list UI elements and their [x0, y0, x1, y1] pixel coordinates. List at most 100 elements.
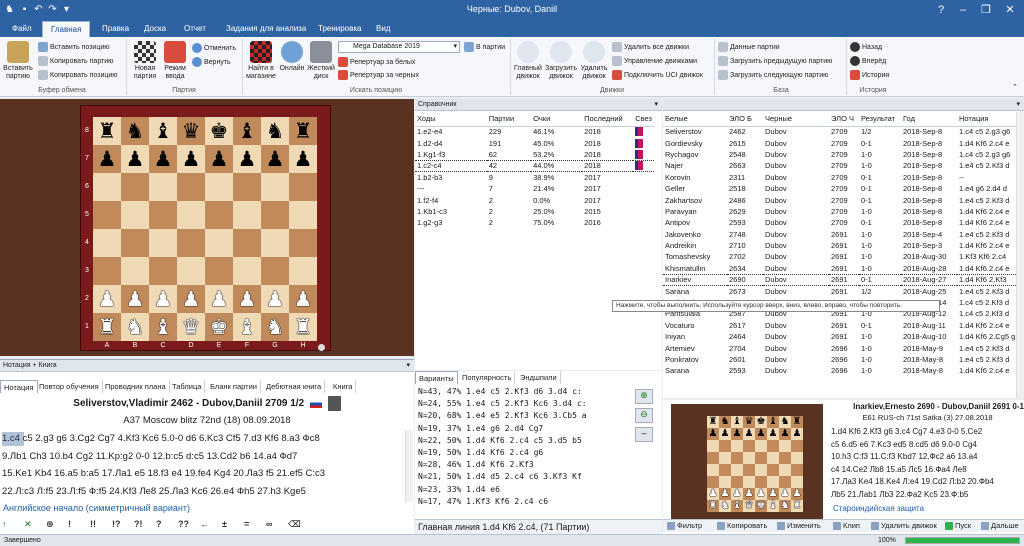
toolbar-filter-button[interactable]: Фильтр — [667, 521, 702, 531]
square[interactable]: ♟ — [289, 145, 317, 173]
toolbar-remove-engine-button[interactable]: Удалить движок — [871, 521, 937, 531]
square[interactable] — [289, 257, 317, 285]
square[interactable]: ♚ — [205, 117, 233, 145]
table-row[interactable]: Seliverstov 2462 Dubov 2709 1/2 2018-Sep-8 1.c… — [663, 126, 1016, 137]
variants-tab[interactable]: Эндшпили — [517, 371, 561, 384]
annotation-symbol-button[interactable]: = — [244, 519, 249, 529]
annotation-symbol-button[interactable]: ? — [156, 519, 162, 529]
black-pawn-icon[interactable]: ♟ — [238, 147, 257, 171]
table-row[interactable]: Sarana 2593 Dubov 2696 1-0 2018-May-8 1.d4 Kf6… — [663, 365, 1016, 376]
square[interactable] — [177, 229, 205, 257]
black-bishop-icon[interactable]: ♝ — [238, 119, 257, 143]
square[interactable]: ♜ — [93, 313, 121, 341]
tab-report[interactable]: Отчет — [176, 21, 214, 37]
square[interactable] — [121, 201, 149, 229]
variant-line[interactable]: N=19, 50% 1.d4 Kf6 2.c4 g6 — [418, 447, 628, 459]
white-pawn-icon[interactable]: ♟ — [210, 287, 229, 311]
square[interactable] — [261, 257, 289, 285]
tab-board[interactable]: Доска — [136, 21, 174, 37]
notation-tab[interactable]: Повтор обучения — [36, 380, 103, 393]
square[interactable] — [93, 201, 121, 229]
new-game-button[interactable]: Новая партия — [130, 41, 160, 81]
uci-engine-button[interactable]: Подключить UCI движок — [612, 70, 703, 80]
main-engine-button[interactable]: Главный движок — [512, 41, 544, 81]
insert-position-button[interactable]: Вставить позицию — [38, 42, 110, 52]
column-header[interactable]: Нотация — [957, 112, 1016, 127]
undo-button[interactable]: Отменить — [192, 43, 236, 53]
column-header[interactable]: Белые — [663, 112, 727, 127]
table-row[interactable]: Tomashevsky 2702 Dubov 2691 1-0 2018-Aug-30 1.… — [663, 251, 1016, 262]
square[interactable] — [261, 173, 289, 201]
toolbar-next-button[interactable]: Дальше — [981, 521, 1019, 531]
minus-icon[interactable]: – — [635, 427, 653, 442]
variant-line[interactable]: N=19, 37% 1.e4 g6 2.d4 Cg7 — [418, 423, 628, 435]
column-header[interactable]: Черные — [763, 112, 829, 127]
black-pawn-icon[interactable]: ♟ — [266, 147, 285, 171]
paste-game-button[interactable]: Вставить партию — [2, 41, 34, 81]
panel-menu-icon[interactable]: ▾ — [1016, 99, 1020, 111]
variants-tab[interactable]: Варианты — [415, 371, 458, 384]
white-pawn-icon[interactable]: ♟ — [294, 287, 313, 311]
repertoire-white-button[interactable]: Репертуар за белых — [338, 57, 415, 67]
square[interactable] — [233, 173, 261, 201]
load-previous-button[interactable]: Загрузить предыдущую партию — [718, 56, 832, 66]
black-king-icon[interactable]: ♚ — [210, 119, 229, 143]
variant-line[interactable]: N=24, 55% 1.e4 c5 2.Kf3 Kc6 3.d4 c: — [418, 398, 628, 410]
square[interactable] — [205, 201, 233, 229]
annotation-symbol-button[interactable]: ?? — [178, 519, 189, 529]
variant-line[interactable]: N=28, 46% 1.d4 Kf6 2.Kf3 — [418, 459, 628, 471]
black-pawn-icon[interactable]: ♟ — [126, 147, 145, 171]
tab-edit[interactable]: Правка — [94, 21, 137, 37]
table-row[interactable]: 1.g2-g3 2 75.0% 2016 — [415, 217, 654, 228]
table-row[interactable]: Antipov 2593 Dubov 2709 0-1 2018-Sep-8 1.d4 Kf… — [663, 217, 1016, 228]
repertoire-black-button[interactable]: Репертуар за черных — [338, 70, 419, 80]
annotation-symbol-button[interactable]: !? — [112, 519, 121, 529]
column-header[interactable]: ЭЛО Ч — [829, 112, 859, 127]
square[interactable] — [289, 229, 317, 257]
table-row[interactable]: 1.c2-c4 42 44.0% 2018 — [415, 159, 654, 173]
tab-home[interactable]: Главная — [42, 21, 91, 37]
preview-move-line[interactable]: c4 14.Ce2 Лb8 15.a5 Лc5 16.Фa4 Лe8 — [831, 465, 1021, 474]
annotation-symbol-button[interactable]: !! — [90, 519, 96, 529]
maximize-button[interactable]: ❐ — [975, 2, 997, 18]
remove-all-engines-button[interactable]: Удалить все движки — [612, 42, 689, 52]
toolbar-clip-button[interactable]: Клип — [833, 521, 860, 531]
table-row[interactable]: Gordievsky 2615 Dubov 2709 0-1 2018-Sep-8 1.d4… — [663, 137, 1016, 148]
white-pawn-icon[interactable]: ♟ — [98, 287, 117, 311]
black-pawn-icon[interactable]: ♟ — [210, 147, 229, 171]
notation-line[interactable]: 22.Л:c3 Л:f5 23.Л:f5 Ф:f5 24.Kf3 Лe8 25.… — [2, 484, 407, 499]
square[interactable]: ♟ — [261, 285, 289, 313]
column-header[interactable]: Результат — [859, 112, 901, 127]
square[interactable]: ♟ — [149, 285, 177, 313]
white-pawn-icon[interactable]: ♟ — [182, 287, 201, 311]
copy-game-button[interactable]: Копировать партию — [38, 56, 113, 66]
square[interactable] — [149, 229, 177, 257]
annotation-symbol-button[interactable]: ?! — [134, 519, 143, 529]
square[interactable] — [233, 229, 261, 257]
notation-tab[interactable]: Таблица — [169, 380, 206, 393]
square[interactable]: ♜ — [289, 117, 317, 145]
square[interactable]: ♝ — [233, 117, 261, 145]
back-button[interactable]: Назад — [850, 42, 882, 52]
square[interactable]: ♚ — [205, 313, 233, 341]
square[interactable]: ♟ — [177, 145, 205, 173]
column-header[interactable]: Свез — [633, 112, 654, 127]
redo-button[interactable]: Вернуть — [192, 57, 231, 67]
table-row[interactable]: Korovin 2311 Dubov 2709 0-1 2018-Sep-8 -- — [663, 172, 1016, 183]
table-row[interactable]: Geller 2518 Dubov 2709 0-1 2018-Sep-8 1.e4 g6 … — [663, 183, 1016, 194]
square[interactable] — [149, 257, 177, 285]
preview-move-line[interactable]: 10.h3 C:f3 11.C:f3 Kbd7 12.Фc2 a6 13.a4 — [831, 452, 1021, 461]
notation-tab[interactable]: Дебютная книга — [263, 380, 326, 393]
square[interactable]: ♟ — [205, 285, 233, 313]
square[interactable]: ♟ — [233, 145, 261, 173]
annotation-symbol-button[interactable]: ⌫ — [288, 519, 301, 530]
square[interactable] — [233, 257, 261, 285]
notation-scrollbar[interactable] — [405, 430, 413, 502]
white-rook-icon[interactable]: ♜ — [98, 315, 117, 339]
square[interactable]: ♟ — [149, 145, 177, 173]
square[interactable]: ♝ — [233, 313, 261, 341]
input-mode-button[interactable]: Режим ввода — [160, 41, 190, 81]
square[interactable] — [149, 173, 177, 201]
history-button[interactable]: История — [850, 70, 889, 80]
black-pawn-icon[interactable]: ♟ — [98, 147, 117, 171]
